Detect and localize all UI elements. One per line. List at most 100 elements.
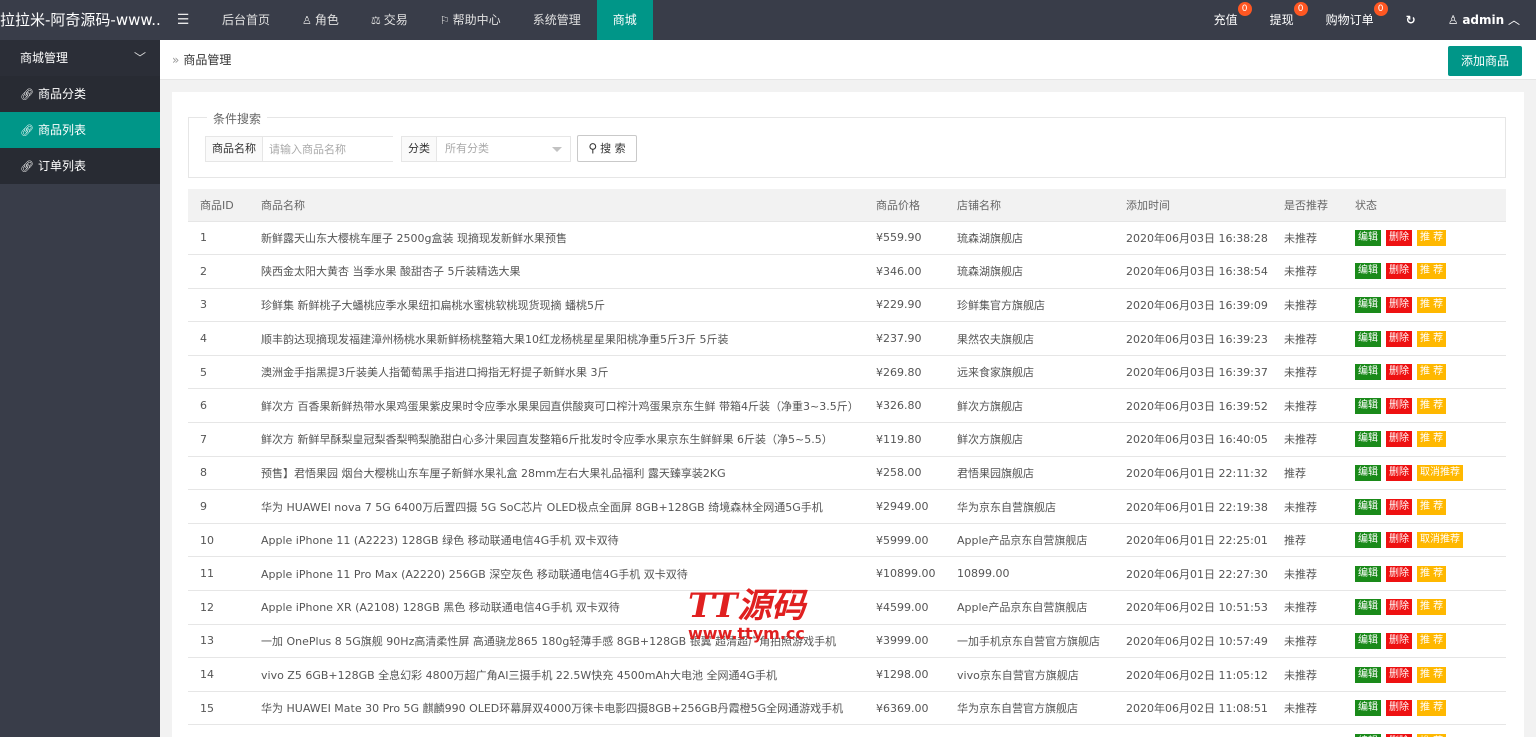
- cell-id: 7: [188, 422, 249, 457]
- table-row: 13 一加 OnePlus 8 5G旗舰 90Hz高清柔性屏 高通骁龙865 18…: [188, 624, 1506, 659]
- cell-name: 澳洲金手指黑提3斤装美人指葡萄黑手指进口拇指无籽提子新鲜水果 3斤: [249, 355, 864, 390]
- cell-id: 2: [188, 254, 249, 289]
- cell-price: ¥4599.00: [864, 590, 945, 625]
- delete-button[interactable]: 删除: [1386, 364, 1412, 381]
- table-row: 8 预售】君悟果园 烟台大樱桃山东车厘子新鲜水果礼盒 28mm左右大果礼品福利 露…: [188, 456, 1506, 491]
- table-row: 4 顺丰韵达现摘现发福建漳州杨桃水果新鲜杨桃整箱大果10红龙杨桃星星果阳桃净重5斤…: [188, 321, 1506, 356]
- recommend-button[interactable]: 推 荐: [1417, 364, 1447, 381]
- delete-button[interactable]: 删除: [1386, 632, 1412, 649]
- cell-time: 2020年06月01日 22:25:01: [1114, 523, 1272, 558]
- cell-name: 华为 HUAWEI Mate 30 Pro 5G 麒麟990 OLED环幕屏双4…: [249, 691, 864, 726]
- product-name-input[interactable]: [263, 137, 397, 161]
- cell-actions: 编辑删除推 荐: [1343, 657, 1506, 692]
- edit-button[interactable]: 编辑: [1355, 464, 1381, 481]
- recommend-button[interactable]: 推 荐: [1417, 700, 1447, 717]
- edit-button[interactable]: 编辑: [1355, 229, 1381, 246]
- table-row: 11 Apple iPhone 11 Pro Max (A2220) 256GB …: [188, 556, 1506, 592]
- edit-button[interactable]: 编辑: [1355, 296, 1381, 313]
- recommend-button[interactable]: 推 荐: [1417, 296, 1447, 313]
- cell-actions: 编辑删除推 荐: [1343, 288, 1506, 323]
- sidebar-item-category[interactable]: 🔗︎ 商品分类: [0, 76, 160, 112]
- delete-button[interactable]: 删除: [1386, 700, 1412, 717]
- recommend-button[interactable]: 推 荐: [1417, 565, 1447, 582]
- edit-button[interactable]: 编辑: [1355, 397, 1381, 414]
- cell-shop: vivo京东自营官方旗舰店: [945, 657, 1114, 692]
- cell-time: 2020年06月03日 16:39:23: [1114, 321, 1272, 356]
- cell-name: 顺丰韵达现摘现发福建漳州杨桃水果新鲜杨桃整箱大果10红龙杨桃星星果阳桃净重5斤3…: [249, 321, 864, 356]
- search-legend: 条件搜索: [207, 110, 268, 127]
- cell-id: 14: [188, 657, 249, 692]
- edit-button[interactable]: 编辑: [1355, 565, 1381, 582]
- delete-button[interactable]: 删除: [1386, 498, 1412, 515]
- edit-button[interactable]: 编辑: [1355, 498, 1381, 515]
- nav-item-help[interactable]: ⚐ 帮助中心: [424, 0, 517, 40]
- cell-price: ¥3999.00: [864, 624, 945, 659]
- nav-item-mall[interactable]: 商城: [596, 0, 653, 40]
- app-logo[interactable]: 拉拉米-阿奇源码-www...: [0, 0, 160, 40]
- edit-button[interactable]: 编辑: [1355, 263, 1381, 280]
- nav-item-system[interactable]: 系统管理: [517, 0, 597, 40]
- edit-button[interactable]: 编辑: [1355, 364, 1381, 381]
- edit-button[interactable]: 编辑: [1355, 532, 1381, 549]
- sidebar-item-orders[interactable]: 🔗︎ 订单列表: [0, 148, 160, 184]
- recommend-button[interactable]: 取消推荐: [1417, 464, 1463, 481]
- delete-button[interactable]: 删除: [1386, 397, 1412, 414]
- search-button[interactable]: ⚲ 搜 索: [577, 135, 637, 162]
- recommend-button[interactable]: 取消推荐: [1417, 532, 1463, 549]
- recharge-link[interactable]: 充值 0: [1198, 0, 1254, 40]
- delete-button[interactable]: 删除: [1386, 565, 1412, 582]
- cell-id: 13: [188, 624, 249, 659]
- edit-button[interactable]: 编辑: [1355, 330, 1381, 347]
- refresh-icon[interactable]: ↻: [1390, 0, 1432, 40]
- user-menu[interactable]: ♙ admin ︿: [1432, 0, 1536, 40]
- delete-button[interactable]: 删除: [1386, 666, 1412, 683]
- delete-button[interactable]: 删除: [1386, 431, 1412, 448]
- cell-shop: 华为京东自营旗舰店: [945, 489, 1114, 524]
- cell-time: 2020年06月01日 22:27:30: [1114, 556, 1272, 592]
- table-header-row: 商品ID 商品名称 商品价格 店铺名称 添加时间 是否推荐 状态: [188, 189, 1506, 222]
- delete-button[interactable]: 删除: [1386, 296, 1412, 313]
- recommend-button[interactable]: 推 荐: [1417, 632, 1447, 649]
- delete-button[interactable]: 删除: [1386, 263, 1412, 280]
- edit-button[interactable]: 编辑: [1355, 700, 1381, 717]
- cell-name: 新鲜露天山东大樱桃车厘子 2500g盒装 现摘现发新鲜水果预售: [249, 221, 864, 256]
- delete-button[interactable]: 删除: [1386, 464, 1412, 481]
- recommend-button[interactable]: 推 荐: [1417, 666, 1447, 683]
- sidebar: 商城管理 ﹀ 🔗︎ 商品分类 🔗︎ 商品列表 🔗︎ 订单列表: [0, 40, 160, 737]
- recommend-button[interactable]: 推 荐: [1417, 330, 1447, 347]
- edit-button[interactable]: 编辑: [1355, 632, 1381, 649]
- nav-item-trade[interactable]: ⚖ 交易: [355, 0, 424, 40]
- nav-item-home[interactable]: 后台首页: [206, 0, 286, 40]
- sidebar-item-products[interactable]: 🔗︎ 商品列表: [0, 112, 160, 148]
- edit-button[interactable]: 编辑: [1355, 431, 1381, 448]
- withdraw-link[interactable]: 提现 0: [1254, 0, 1310, 40]
- cell-id: 12: [188, 590, 249, 625]
- delete-button[interactable]: 删除: [1386, 599, 1412, 616]
- edit-button[interactable]: 编辑: [1355, 599, 1381, 616]
- orders-link[interactable]: 购物订单 0: [1310, 0, 1390, 40]
- table-row: 9 华为 HUAWEI nova 7 5G 6400万后置四摄 5G SoC芯片 …: [188, 489, 1506, 524]
- cell-recommended: 推荐: [1272, 523, 1343, 558]
- category-select[interactable]: 所有分类: [437, 137, 570, 161]
- recommend-button[interactable]: 推 荐: [1417, 397, 1447, 414]
- nav-item-role[interactable]: ♙ 角色: [286, 0, 355, 40]
- delete-button[interactable]: 删除: [1386, 532, 1412, 549]
- delete-button[interactable]: 删除: [1386, 330, 1412, 347]
- recommend-button[interactable]: 推 荐: [1417, 431, 1447, 448]
- delete-button[interactable]: 删除: [1386, 229, 1412, 246]
- recommend-button[interactable]: 推 荐: [1417, 498, 1447, 515]
- recommend-button[interactable]: 推 荐: [1417, 599, 1447, 616]
- add-product-button[interactable]: 添加商品: [1448, 46, 1522, 76]
- link-icon: 🔗︎: [20, 124, 34, 137]
- flag-icon: ⚐: [439, 14, 450, 27]
- table-row: 12 Apple iPhone XR (A2108) 128GB 黑色 移动联通电…: [188, 590, 1506, 625]
- edit-button[interactable]: 编辑: [1355, 666, 1381, 683]
- orders-badge: 0: [1373, 2, 1388, 16]
- recommend-button[interactable]: 推 荐: [1417, 229, 1447, 246]
- table-row: 6 鲜次方 百香果新鲜热带水果鸡蛋果紫皮果时令应季水果果园直供酸爽可口榨汁鸡蛋果京…: [188, 388, 1506, 424]
- menu-icon[interactable]: ☰: [160, 0, 206, 40]
- sidebar-group-mall[interactable]: 商城管理 ﹀: [0, 40, 160, 76]
- recommend-button[interactable]: 推 荐: [1417, 263, 1447, 280]
- scale-icon: ⚖: [370, 14, 381, 27]
- cell-id: 10: [188, 523, 249, 558]
